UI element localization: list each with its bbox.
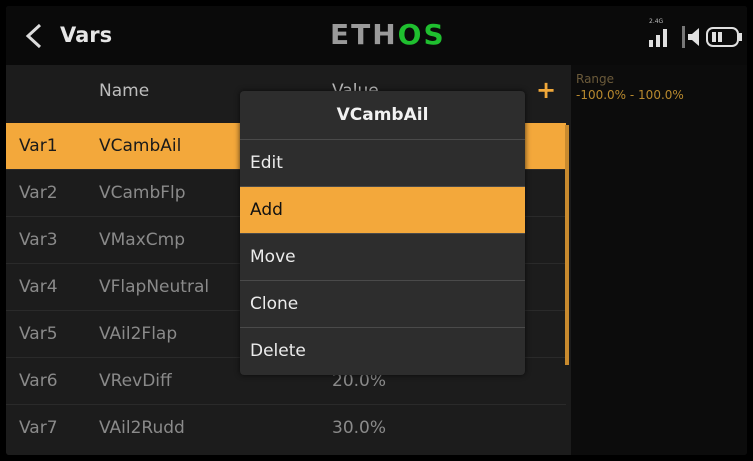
var-id: Var6 [19, 371, 58, 391]
screen-title: Vars [60, 23, 113, 47]
var-id: Var7 [19, 418, 58, 438]
menu-item-add[interactable]: Add [240, 187, 525, 233]
speaker-icon [682, 26, 699, 48]
var-name: VCambAil [99, 136, 182, 156]
scrollbar[interactable] [565, 125, 569, 365]
signal-bars-icon [649, 29, 667, 47]
screen: Vars ETHOS 2.4G Name Value [6, 6, 747, 455]
menu-item-delete[interactable]: Delete [240, 328, 525, 374]
var-id: Var1 [19, 136, 58, 156]
var-name: VRevDiff [99, 371, 172, 391]
table-row[interactable]: Var7 VAil2Rudd 30.0% [6, 405, 566, 451]
ethos-logo: ETHOS [330, 18, 446, 52]
range-label: Range [576, 72, 615, 86]
back-chevron-icon[interactable] [18, 19, 52, 53]
menu-item-edit[interactable]: Edit [240, 140, 525, 186]
menu-title: VCambAil [336, 105, 429, 125]
header-bar: Vars ETHOS 2.4G [6, 6, 747, 65]
var-id: Var3 [19, 230, 58, 250]
menu-item-label: Clone [250, 294, 299, 314]
menu-item-label: Add [250, 200, 283, 220]
logo-part2: OS [397, 18, 446, 51]
menu-item-label: Delete [250, 341, 306, 361]
range-value: -100.0% - 100.0% [576, 88, 684, 102]
plus-icon[interactable]: + [536, 77, 556, 103]
var-id: Var2 [19, 183, 58, 203]
var-name: VCambFlp [99, 183, 186, 203]
var-name: VFlapNeutral [99, 277, 210, 297]
rf-label: 2.4G [649, 18, 664, 25]
var-name: VMaxCmp [99, 230, 185, 250]
info-panel: Range -100.0% - 100.0% [571, 65, 747, 455]
battery-icon [706, 27, 742, 47]
menu-item-move[interactable]: Move [240, 234, 525, 280]
menu-item-label: Edit [250, 153, 283, 173]
var-name: VAil2Rudd [99, 418, 185, 438]
status-icons: 2.4G [646, 18, 746, 50]
column-header-name: Name [99, 81, 150, 101]
menu-item-clone[interactable]: Clone [240, 281, 525, 327]
var-id: Var5 [19, 324, 58, 344]
var-value: 30.0% [332, 418, 387, 438]
var-name: VAil2Flap [99, 324, 178, 344]
context-menu: VCambAil Edit Add Move Clone Delete [240, 91, 525, 375]
var-id: Var4 [19, 277, 58, 297]
logo-part1: ETH [330, 18, 398, 51]
menu-item-label: Move [250, 247, 296, 267]
